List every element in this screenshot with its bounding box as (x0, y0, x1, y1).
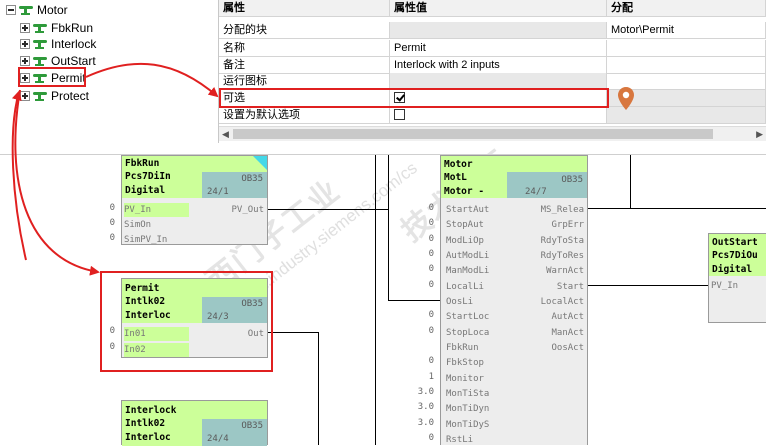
annotation-arrows (11, 62, 219, 276)
